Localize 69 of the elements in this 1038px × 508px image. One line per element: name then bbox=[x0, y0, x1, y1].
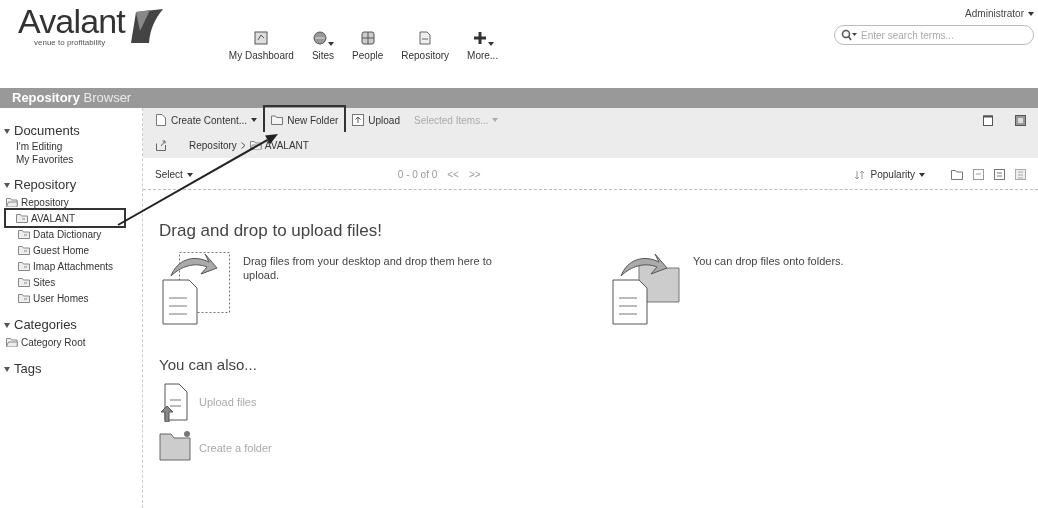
caret-icon bbox=[1028, 11, 1034, 16]
folder-icon bbox=[18, 261, 30, 271]
toolbar-button[interactable]: Upload bbox=[352, 112, 400, 128]
sidebar-link[interactable]: I'm Editing bbox=[16, 140, 142, 153]
chevron-icon bbox=[240, 141, 246, 149]
hint-text: Drag files from your desktop and drop them here to upload. bbox=[243, 253, 493, 282]
folder-icon bbox=[249, 140, 262, 150]
toolbar-button[interactable]: Create Content... bbox=[155, 112, 258, 128]
folder-up-icon bbox=[155, 139, 167, 151]
folder-icon bbox=[16, 213, 28, 223]
sort-menu[interactable]: Popularity bbox=[870, 167, 925, 182]
select-menu[interactable]: Select bbox=[155, 167, 193, 182]
chart-icon bbox=[253, 30, 270, 46]
plus-icon bbox=[471, 30, 488, 46]
tree-item[interactable]: Repository bbox=[6, 194, 69, 210]
section-header[interactable]: Tags bbox=[4, 360, 142, 378]
folder-icon bbox=[18, 293, 30, 303]
gallery-view-icon bbox=[1015, 169, 1026, 180]
breadcrumb-link[interactable]: AVALANT bbox=[249, 137, 309, 153]
tree-item[interactable]: Guest Home bbox=[18, 242, 90, 258]
folder-icon bbox=[18, 245, 30, 255]
section-header[interactable]: Documents bbox=[4, 122, 142, 140]
upload-icon bbox=[352, 114, 365, 126]
search-field[interactable]: Enter search terms... bbox=[861, 27, 1027, 43]
folder-icon bbox=[271, 114, 284, 126]
search-icon bbox=[841, 29, 857, 41]
nav-item[interactable]: My Dashboard bbox=[228, 30, 294, 62]
tree-item[interactable]: Category Root bbox=[6, 334, 86, 350]
nav-item[interactable]: More... bbox=[467, 30, 499, 62]
caret-icon bbox=[251, 118, 258, 122]
section-header[interactable]: Repository bbox=[4, 176, 142, 194]
tree-item[interactable]: Imap Attachments bbox=[18, 258, 114, 274]
breadcrumb-link[interactable]: Repository bbox=[189, 137, 237, 153]
section-title: You can also... bbox=[159, 354, 258, 375]
toolbar-button[interactable]: New Folder bbox=[271, 112, 339, 128]
folder-icon bbox=[18, 229, 30, 239]
hint-text: You can drop files onto folders. bbox=[693, 253, 844, 268]
caret-icon bbox=[919, 172, 925, 177]
folder-icon bbox=[6, 337, 18, 347]
pagination-info: 0 - 0 of 0 bbox=[397, 168, 438, 182]
folder-icon bbox=[18, 277, 30, 287]
folder-icon bbox=[951, 169, 963, 180]
empty-state-title: Drag and drop to upload files! bbox=[159, 220, 384, 242]
page-title: Repository Browser bbox=[12, 89, 132, 108]
nav-item[interactable]: People bbox=[352, 30, 384, 62]
caret-icon bbox=[492, 118, 499, 122]
logo-wordmark: Avalant bbox=[18, 4, 125, 38]
folder-icon bbox=[6, 197, 18, 207]
tree-item[interactable]: Sites bbox=[18, 274, 56, 290]
globe-icon bbox=[312, 30, 328, 46]
sort-icon bbox=[854, 169, 865, 180]
user-menu[interactable]: Administrator bbox=[965, 6, 1034, 21]
tree-item[interactable]: User Homes bbox=[18, 290, 89, 306]
window-icon bbox=[983, 114, 993, 126]
nav-item[interactable]: Sites bbox=[311, 30, 335, 62]
sidebar-link[interactable]: My Favorites bbox=[16, 153, 142, 166]
list-view-icon bbox=[973, 169, 984, 180]
tree-item[interactable]: AVALANT bbox=[16, 210, 76, 226]
nav-item[interactable]: Repository bbox=[401, 30, 450, 62]
document-icon bbox=[417, 30, 434, 46]
caret-icon bbox=[186, 172, 193, 177]
detail-view-icon bbox=[994, 169, 1005, 180]
upload-file-icon bbox=[159, 382, 191, 422]
grid-icon bbox=[359, 30, 376, 46]
section-header[interactable]: Categories bbox=[4, 316, 142, 334]
document-icon bbox=[155, 114, 167, 126]
logo-mark-icon bbox=[128, 7, 165, 45]
logo-tagline: venue to profitability bbox=[34, 38, 107, 47]
tree-item[interactable]: Data Dictionary bbox=[18, 226, 102, 242]
